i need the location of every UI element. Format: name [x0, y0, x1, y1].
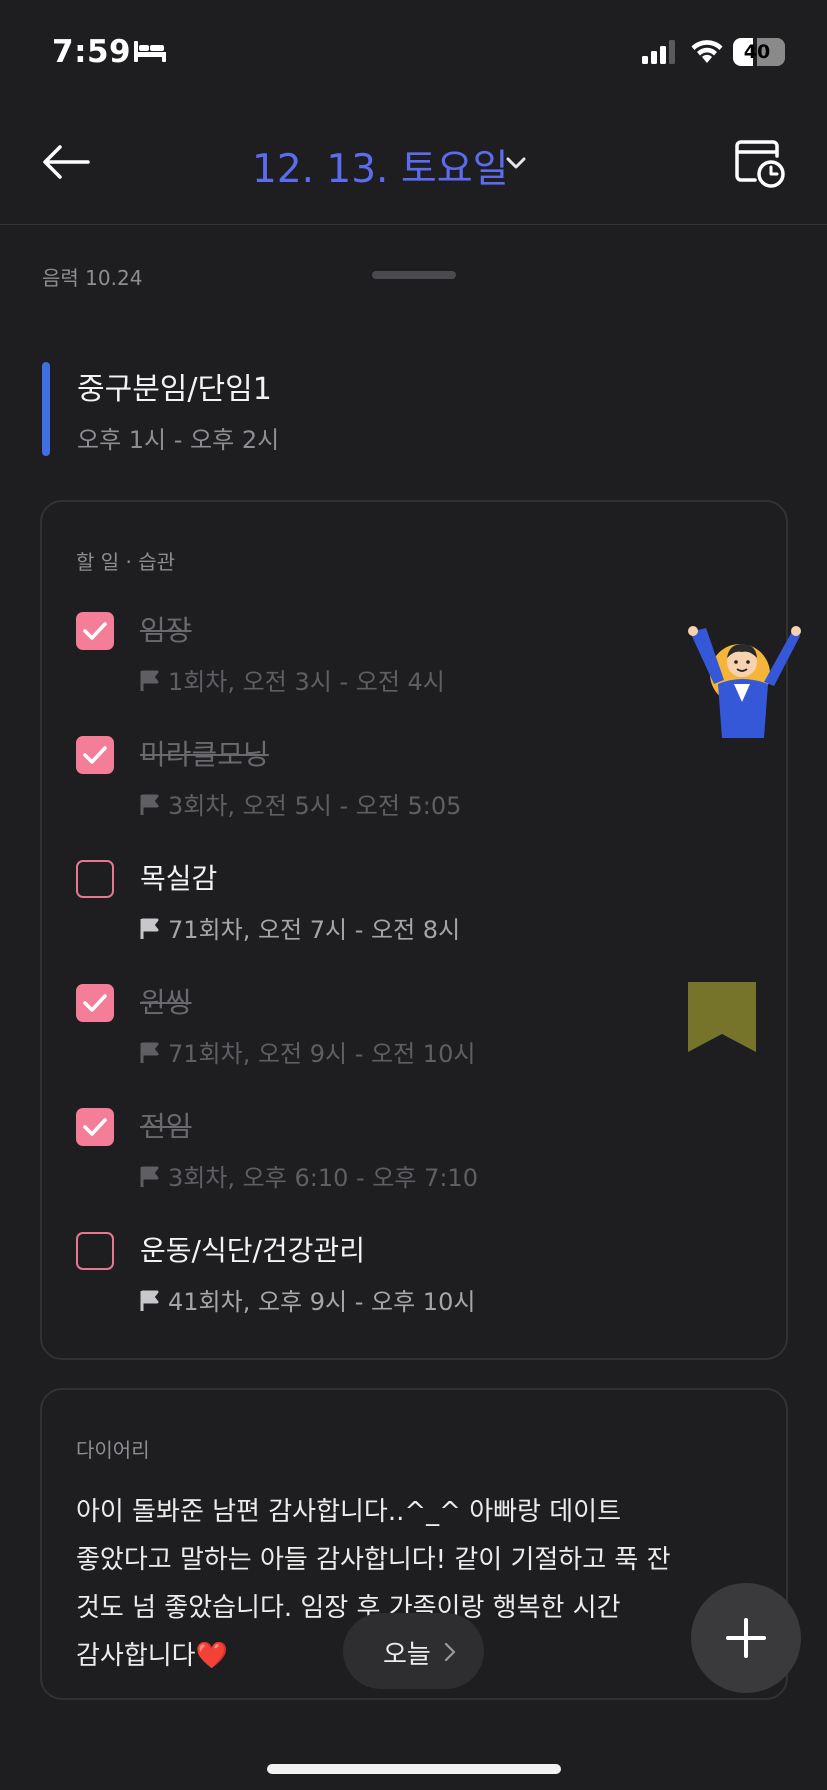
todo-meta: 71회차, 오전 9시 - 오전 10시	[140, 1034, 475, 1069]
date-title[interactable]: 12. 13. 토요일	[252, 138, 508, 194]
bookmark-ribbon-icon	[688, 982, 756, 1052]
check-icon	[83, 622, 107, 640]
todo-meta: 71회차, 오전 7시 - 오전 8시	[140, 910, 460, 945]
today-button-label: 오늘	[383, 1640, 431, 1670]
flag-icon	[140, 670, 159, 691]
todo-item[interactable]: 윈씽 71회차, 오전 9시 - 오전 10시	[76, 984, 756, 1084]
wifi-icon	[691, 40, 723, 63]
back-arrow-icon[interactable]	[40, 142, 92, 182]
chevron-right-icon	[444, 1642, 456, 1662]
event-item[interactable]: 중구분임/단임1 오후 1시 - 오후 2시	[42, 362, 782, 456]
event-time: 오후 1시 - 오후 2시	[77, 426, 280, 454]
add-button[interactable]	[691, 1583, 801, 1693]
todo-title: 목실감	[140, 862, 218, 895]
todo-meta: 3회차, 오전 5시 - 오전 5:05	[140, 786, 461, 821]
todo-meta-text: 71회차, 오전 7시 - 오전 8시	[168, 916, 461, 944]
todo-habit-card: 할 일 · 습관 임장 1회차, 오전 3시 - 오전 4시 미라클모닝 3회차…	[40, 500, 801, 1360]
todo-title: 미라클모닝	[140, 738, 269, 771]
checkbox-checked[interactable]	[76, 1108, 114, 1146]
todo-section-label: 할 일 · 습관	[76, 550, 176, 574]
bed-icon	[134, 41, 166, 62]
flag-icon	[140, 1166, 159, 1187]
todo-meta-text: 1회차, 오전 3시 - 오전 4시	[168, 668, 445, 696]
checkbox-checked[interactable]	[76, 736, 114, 774]
todo-meta: 41회차, 오후 9시 - 오후 10시	[140, 1282, 475, 1317]
lunar-date: 음력 10.24	[42, 266, 143, 290]
todo-meta: 3회차, 오후 6:10 - 오후 7:10	[140, 1158, 478, 1193]
todo-meta-text: 41회차, 오후 9시 - 오후 10시	[168, 1288, 476, 1316]
flag-icon	[140, 794, 159, 815]
todo-item[interactable]: 임장 1회차, 오전 3시 - 오전 4시	[76, 612, 756, 712]
check-icon	[83, 746, 107, 764]
nav-header: 12. 13. 토요일	[0, 110, 827, 225]
checkbox-checked[interactable]	[76, 612, 114, 650]
todo-meta-text: 3회차, 오전 5시 - 오전 5:05	[168, 792, 462, 820]
todo-item[interactable]: 미라클모닝 3회차, 오전 5시 - 오전 5:05	[76, 736, 756, 836]
flag-icon	[140, 1290, 159, 1311]
todo-title: 전임	[140, 1110, 192, 1143]
signal-icon	[642, 40, 675, 64]
celebration-sticker-icon	[688, 626, 801, 738]
status-time: 7:59	[52, 34, 132, 70]
todo-title: 운동/식단/건강관리	[140, 1234, 365, 1267]
checkbox-unchecked[interactable]	[76, 1232, 114, 1270]
event-color-bar	[42, 362, 50, 456]
todo-item[interactable]: 전임 3회차, 오후 6:10 - 오후 7:10	[76, 1108, 756, 1208]
flag-icon	[140, 1042, 159, 1063]
event-title: 중구분임/단임1	[77, 372, 272, 407]
checkbox-unchecked[interactable]	[76, 860, 114, 898]
diary-section-label: 다이어리	[76, 1438, 150, 1462]
check-icon	[83, 994, 107, 1012]
todo-title: 윈씽	[140, 986, 192, 1019]
today-button[interactable]: 오늘	[343, 1613, 484, 1689]
todo-meta-text: 71회차, 오전 9시 - 오전 10시	[168, 1040, 476, 1068]
todo-meta: 1회차, 오전 3시 - 오전 4시	[140, 662, 445, 697]
todo-item[interactable]: 운동/식단/건강관리 41회차, 오후 9시 - 오후 10시	[76, 1232, 756, 1332]
battery-icon: 40	[733, 38, 785, 66]
todo-item[interactable]: 목실감 71회차, 오전 7시 - 오전 8시	[76, 860, 756, 960]
checkbox-checked[interactable]	[76, 984, 114, 1022]
plus-icon	[726, 1618, 766, 1658]
calendar-history-icon[interactable]	[733, 136, 787, 190]
check-icon	[83, 1118, 107, 1136]
home-indicator[interactable]	[267, 1764, 561, 1774]
drag-handle[interactable]	[372, 271, 456, 279]
todo-title: 임장	[140, 614, 192, 647]
battery-level: 40	[743, 41, 771, 63]
status-bar: 7:59 40	[0, 0, 827, 100]
chevron-down-icon[interactable]	[505, 156, 527, 170]
todo-meta-text: 3회차, 오후 6:10 - 오후 7:10	[168, 1164, 478, 1192]
flag-icon	[140, 918, 159, 939]
